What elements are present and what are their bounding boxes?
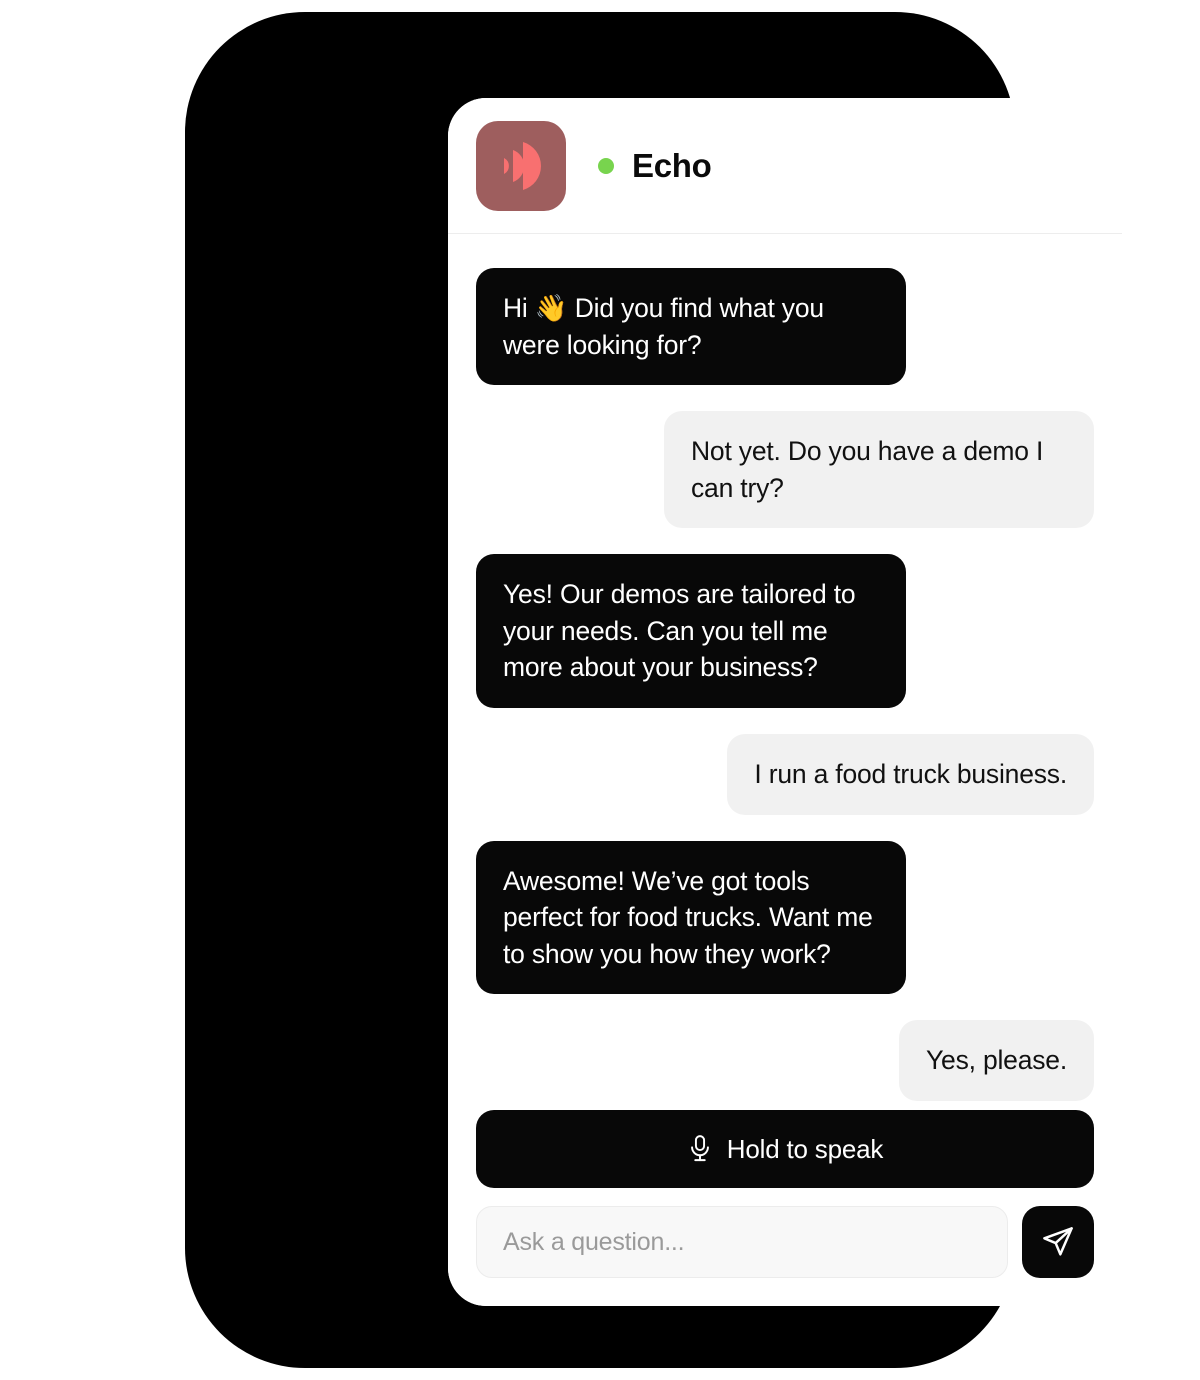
echo-waves-icon [476, 120, 566, 211]
bot-message-bubble: Yes! Our demos are tailored to your need… [476, 554, 906, 708]
message-row: Awesome! We’ve got tools perfect for foo… [476, 840, 1094, 995]
message-row: Yes, please. [476, 1020, 1094, 1101]
message-row: I run a food truck business. [476, 733, 1094, 815]
message-row: Yes! Our demos are tailored to your need… [476, 554, 1094, 708]
input-row [476, 1206, 1094, 1278]
bot-message-bubble: Hi 👋 Did you find what you were looking … [476, 268, 906, 386]
user-message-bubble: I run a food truck business. [727, 733, 1094, 815]
send-paper-plane-icon [1041, 1225, 1075, 1259]
message-list: Hi 👋 Did you find what you were looking … [448, 234, 1122, 1110]
online-status-dot [598, 157, 614, 174]
composer: Hold to speak [448, 1110, 1122, 1306]
user-message-bubble: Not yet. Do you have a demo I can try? [664, 411, 1094, 529]
user-message-bubble: Yes, please. [898, 1020, 1094, 1101]
message-row: Hi 👋 Did you find what you were looking … [476, 268, 1094, 386]
hold-to-speak-button[interactable]: Hold to speak [476, 1110, 1094, 1188]
question-input[interactable] [476, 1206, 1008, 1278]
phone-device-frame: Echo Hi 👋 Did you find what you were loo… [185, 12, 1122, 1368]
bot-message-bubble: Awesome! We’ve got tools perfect for foo… [476, 840, 906, 995]
phone-screen: Echo Hi 👋 Did you find what you were loo… [448, 98, 1122, 1306]
header-title-group: Echo [598, 147, 712, 184]
message-row: Not yet. Do you have a demo I can try? [476, 411, 1094, 529]
send-button[interactable] [1022, 1206, 1094, 1278]
page-title: Echo [632, 147, 712, 184]
hold-to-speak-label: Hold to speak [726, 1133, 884, 1164]
chat-header: Echo [448, 98, 1122, 234]
microphone-icon [687, 1134, 713, 1164]
